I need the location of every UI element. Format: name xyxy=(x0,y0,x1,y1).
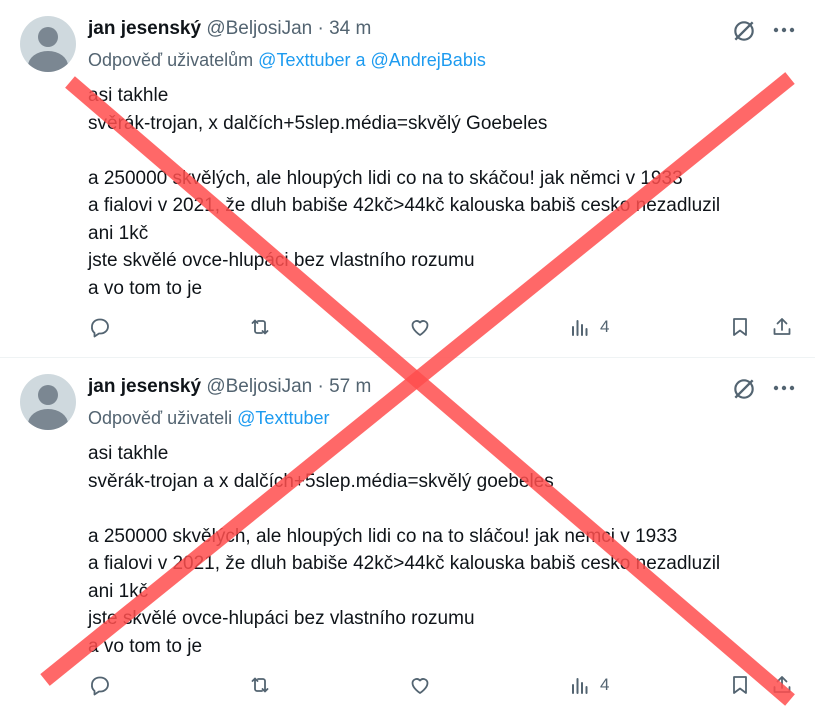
separator-dot: · xyxy=(317,376,324,397)
tweet[interactable]: jan jesenský @BeljosiJan · 57 m Odpověď … xyxy=(0,358,815,718)
tweet-header: jan jesenský @BeljosiJan · 34 m xyxy=(88,18,371,40)
tweet-line: svěrák-trojan, x dalčích+5slep.média=skv… xyxy=(88,112,548,134)
tweet-line: asi takhle xyxy=(88,85,169,106)
timestamp[interactable]: 57 m xyxy=(329,376,371,397)
share-button[interactable] xyxy=(770,313,794,341)
tweet-line: a fialovi v 2021, že dluh babiše 42kč>44… xyxy=(88,553,721,574)
tweet-text: asi takhle svěrák-trojan, x dalčích+5sle… xyxy=(88,82,803,302)
tweet-line: ani 1kč xyxy=(88,222,149,244)
views-icon xyxy=(572,320,588,336)
tweet-text: asi takhle svěrák-trojan a x dalčích+5sl… xyxy=(88,440,803,660)
reply-icon xyxy=(91,676,109,696)
reply-icon xyxy=(91,318,109,338)
tweet-line: jste skvělé ovce-hlupáci bez vlastního r… xyxy=(88,608,475,629)
grok-icon[interactable] xyxy=(731,18,757,44)
bookmark-button[interactable] xyxy=(728,313,752,341)
like-button[interactable] xyxy=(408,671,432,699)
retweet-icon xyxy=(251,677,269,693)
grok-icon[interactable] xyxy=(731,376,757,402)
reply-mentions[interactable]: @Texttuber a @AndrejBabis xyxy=(258,50,486,70)
default-avatar-icon xyxy=(38,385,58,405)
action-bar: 4 xyxy=(88,313,798,341)
bookmark-icon xyxy=(733,318,747,336)
share-icon xyxy=(773,318,791,335)
share-icon xyxy=(773,676,791,693)
share-button[interactable] xyxy=(770,671,794,699)
reply-mentions[interactable]: @Texttuber xyxy=(237,408,329,428)
views-icon xyxy=(572,678,588,694)
author-name[interactable]: jan jesenský xyxy=(88,18,201,39)
tweet-line: a 250000 skvělých, ale hloupých lidi co … xyxy=(88,525,678,547)
tweet-header: jan jesenský @BeljosiJan · 57 m xyxy=(88,376,371,398)
tweet-line: svěrák-trojan a x dalčích+5slep.média=sk… xyxy=(88,470,554,492)
tweet-line: a vo tom to je xyxy=(88,635,203,657)
tweet-line: a 250000 skvělých, ale hloupých lidi co … xyxy=(88,167,683,189)
tweet-line: asi takhle xyxy=(88,443,169,464)
reply-button[interactable] xyxy=(88,313,112,341)
bookmark-button[interactable] xyxy=(728,671,752,699)
avatar[interactable] xyxy=(20,374,76,430)
author-handle[interactable]: @BeljosiJan xyxy=(206,376,312,397)
separator-dot: · xyxy=(317,18,324,39)
more-icon[interactable] xyxy=(771,20,797,40)
more-icon[interactable] xyxy=(771,378,797,398)
author-handle[interactable]: @BeljosiJan xyxy=(206,18,312,39)
reply-button[interactable] xyxy=(88,671,112,699)
like-icon xyxy=(411,678,429,694)
views-count: 4 xyxy=(600,317,610,336)
reply-context: Odpověď uživateli @Texttuber xyxy=(88,408,329,429)
action-bar: 4 xyxy=(88,671,798,699)
like-button[interactable] xyxy=(408,313,432,341)
views-button[interactable]: 4 xyxy=(568,671,609,699)
retweet-button[interactable] xyxy=(248,671,272,699)
tweet-line: a fialovi v 2021, že dluh babiše 42kč>44… xyxy=(88,195,721,216)
views-count: 4 xyxy=(600,675,610,694)
tweet[interactable]: jan jesenský @BeljosiJan · 34 m Odpověď … xyxy=(0,0,815,358)
bookmark-icon xyxy=(733,676,747,694)
reply-context: Odpověď uživatelům @Texttuber a @AndrejB… xyxy=(88,50,486,71)
timestamp[interactable]: 34 m xyxy=(329,18,371,39)
avatar[interactable] xyxy=(20,16,76,72)
tweet-line: ani 1kč xyxy=(88,580,149,602)
reply-prefix: Odpověď uživateli xyxy=(88,408,233,428)
retweet-button[interactable] xyxy=(248,313,272,341)
retweet-icon xyxy=(251,319,269,335)
tweet-line xyxy=(88,495,803,523)
tweet-line: a vo tom to je xyxy=(88,277,203,299)
reply-prefix: Odpověď uživatelům xyxy=(88,50,254,70)
default-avatar-icon xyxy=(38,27,58,47)
like-icon xyxy=(411,320,429,336)
tweet-line: jste skvělé ovce-hlupáci bez vlastního r… xyxy=(88,250,475,271)
author-name[interactable]: jan jesenský xyxy=(88,376,201,397)
views-button[interactable]: 4 xyxy=(568,313,609,341)
tweet-line xyxy=(88,137,803,165)
